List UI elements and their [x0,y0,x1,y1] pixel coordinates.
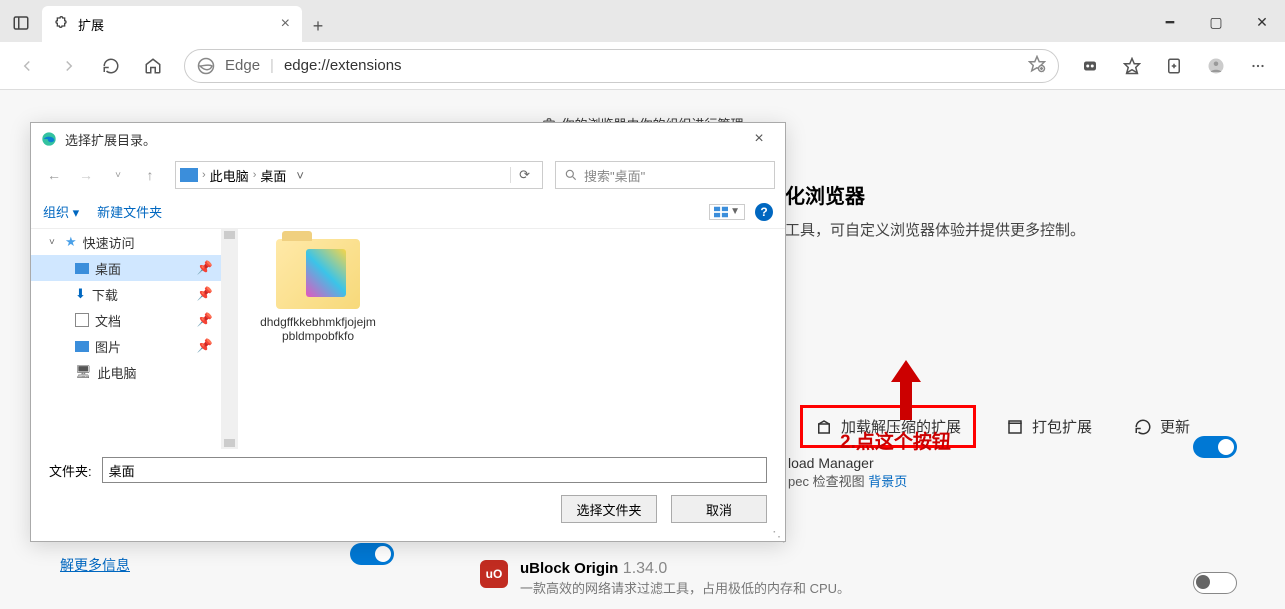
page-heading: 化浏览器 [785,180,1255,209]
app-sidebar-icon[interactable] [0,0,42,42]
file-list[interactable]: dhdgffkkebhmkfjojejmpbldmpobfkfo [238,229,785,449]
view-icon [714,206,728,218]
minimize-button[interactable]: ━ [1147,2,1193,42]
extension-toggle[interactable] [1193,436,1237,458]
close-window-button[interactable]: ✕ [1239,2,1285,42]
breadcrumb[interactable]: › 此电脑 › 桌面 ˅ ⟳ [175,161,543,189]
organize-button[interactable]: 组织 ▾ [43,202,79,221]
help-button[interactable]: ? [755,203,773,221]
sidebar-desktop[interactable]: 桌面📌 [31,255,221,281]
close-tab-icon[interactable]: × [281,15,290,33]
refresh-icon [1134,418,1152,436]
nav-back-button[interactable]: ← [41,162,67,188]
cancel-button[interactable]: 取消 [671,495,767,523]
nav-refresh-button[interactable]: ⟳ [510,167,538,183]
sidebar-documents[interactable]: 文档📌 [31,307,221,333]
background-page-link[interactable]: 背景页 [868,474,907,489]
extension-version: 1.34.0 [623,560,667,577]
folder-path-input[interactable] [102,457,767,483]
sidebar-scrollbar[interactable] [221,229,238,449]
update-button[interactable]: 更新 [1122,408,1202,445]
extension-partial: load Manager pec 检查视图 背景页 [788,455,907,490]
nav-recent-button[interactable]: ˅ [105,162,131,188]
tab-strip: 扩展 × + [42,0,334,42]
favorites-button[interactable] [1113,47,1151,85]
more-button[interactable] [1239,47,1277,85]
arrow-up-icon [886,360,926,420]
favorite-icon[interactable] [1028,55,1046,77]
resize-handle[interactable] [772,528,782,538]
folder-label: 文件夹: [49,461,92,480]
maximize-button[interactable]: ▢ [1193,2,1239,42]
home-button[interactable] [134,47,172,85]
view-options-button[interactable]: ▼ [709,204,745,220]
nav-forward-button[interactable]: → [73,162,99,188]
sidebar-downloads[interactable]: ⬇下载📌 [31,281,221,307]
back-button[interactable] [8,47,46,85]
drive-icon [180,168,198,182]
search-icon [564,168,578,182]
annotation-step-2: 2.点这个按钮 [840,427,951,454]
page-description: 工具，可自定义浏览器体验并提供更多控制。 [785,219,1255,240]
extension-description: 一款高效的网络请求过滤工具，占用极低的内存和 CPU。 [520,578,850,597]
toolbar-icon-a[interactable] [1071,47,1109,85]
search-input[interactable]: 搜索"桌面" [555,161,775,189]
select-folder-button[interactable]: 选择文件夹 [561,495,657,523]
window-titlebar: 扩展 × + ━ ▢ ✕ [0,0,1285,42]
extension-name: uBlock Origin [520,560,618,577]
edge-logo-icon [197,57,215,75]
browser-toolbar: Edge | edge://extensions [0,42,1285,90]
dialog-title: 选择扩展目录。 [65,130,156,149]
nav-up-button[interactable]: ↑ [137,162,163,188]
collections-button[interactable] [1155,47,1193,85]
package-icon [815,418,833,436]
file-picker-dialog: 选择扩展目录。 × ← → ˅ ↑ › 此电脑 › 桌面 ˅ ⟳ 搜索"桌面" … [30,122,786,542]
dev-mode-toggle[interactable] [350,543,394,565]
edge-icon [41,131,57,147]
folder-item[interactable]: dhdgffkkebhmkfjojejmpbldmpobfkfo [258,239,378,343]
learn-more-link[interactable]: 解更多信息 [60,555,130,575]
ublock-icon: uO [480,560,508,588]
address-bar[interactable]: Edge | edge://extensions [184,49,1059,83]
breadcrumb-dropdown[interactable]: ˅ [290,168,310,183]
separator: | [270,57,274,74]
folder-icon [276,239,360,309]
extension-card: uO uBlock Origin 1.34.0 一款高效的网络请求过滤工具，占用… [480,560,850,597]
dialog-sidebar: ˅★快速访问 桌面📌 ⬇下载📌 文档📌 图片📌 🖥此电脑 [31,229,221,449]
addressbar-url: edge://extensions [284,57,1018,74]
extension-icon [54,16,70,32]
profile-button[interactable] [1197,47,1235,85]
archive-icon [1006,418,1024,436]
dialog-close-button[interactable]: × [743,130,775,148]
sidebar-pictures[interactable]: 图片📌 [31,333,221,359]
addressbar-brand: Edge [225,57,260,74]
forward-button[interactable] [50,47,88,85]
ublock-toggle[interactable] [1193,572,1237,594]
tab-title: 扩展 [78,15,104,34]
new-folder-button[interactable]: 新建文件夹 [97,202,162,221]
browser-tab[interactable]: 扩展 × [42,6,302,42]
sidebar-this-pc[interactable]: 🖥此电脑 [31,359,221,385]
new-tab-button[interactable]: + [302,10,334,42]
pack-extension-button[interactable]: 打包扩展 [994,408,1104,445]
sidebar-quick-access[interactable]: ˅★快速访问 [31,229,221,255]
refresh-button[interactable] [92,47,130,85]
